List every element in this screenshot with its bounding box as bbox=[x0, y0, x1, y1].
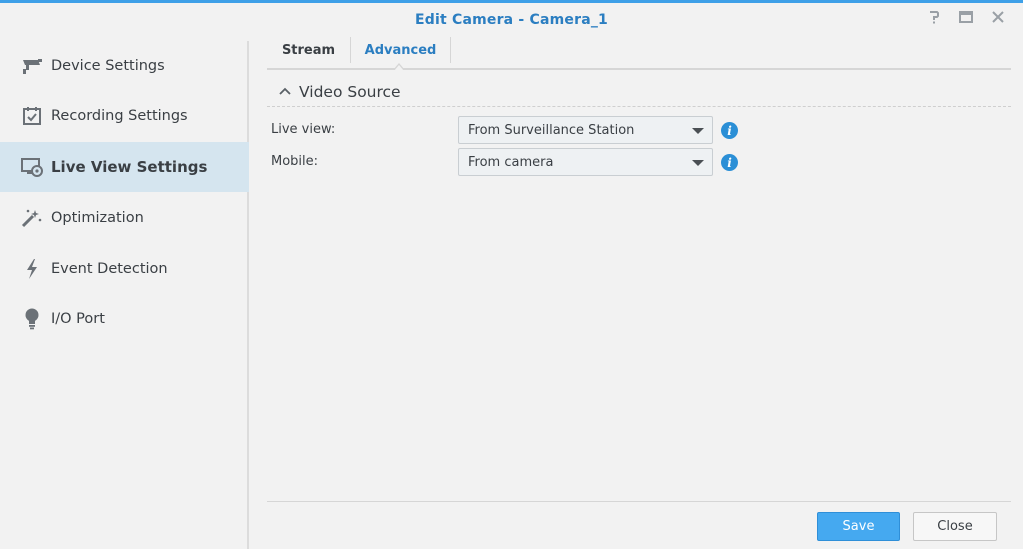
sidebar-item-event-detection[interactable]: Event Detection bbox=[0, 244, 249, 294]
mobile-label: Mobile: bbox=[271, 154, 319, 169]
tab-label: Stream bbox=[281, 43, 336, 58]
select-value: From camera bbox=[468, 154, 554, 170]
close-icon[interactable] bbox=[989, 8, 1007, 26]
tab-bar: Stream Advanced bbox=[267, 33, 1011, 70]
info-icon[interactable]: i bbox=[721, 154, 738, 171]
tab-divider bbox=[450, 37, 451, 63]
active-tab-indicator bbox=[393, 63, 405, 71]
sidebar-item-device-settings[interactable]: Device Settings bbox=[0, 41, 249, 91]
save-button[interactable]: Save bbox=[817, 512, 900, 541]
camera-icon bbox=[21, 55, 43, 77]
window-title: Edit Camera - Camera_1 bbox=[415, 12, 608, 28]
sidebar-item-label: Event Detection bbox=[51, 261, 168, 277]
chevron-down-icon bbox=[692, 128, 704, 134]
lightning-icon bbox=[21, 258, 43, 280]
sidebar-item-label: Optimization bbox=[51, 210, 144, 226]
tab-stream[interactable]: Stream bbox=[267, 33, 350, 68]
sidebar-item-label: I/O Port bbox=[51, 311, 105, 327]
sidebar-item-recording-settings[interactable]: Recording Settings bbox=[0, 91, 249, 141]
live-view-label: Live view: bbox=[271, 122, 336, 137]
sidebar-item-label: Live View Settings bbox=[51, 158, 208, 176]
monitor-camera-icon bbox=[21, 156, 43, 178]
window-titlebar: Edit Camera - Camera_1 bbox=[0, 3, 1023, 37]
chevron-up-icon bbox=[279, 87, 291, 95]
bulb-icon bbox=[21, 308, 43, 330]
maximize-icon[interactable] bbox=[957, 8, 975, 26]
sidebar-item-label: Device Settings bbox=[51, 58, 165, 74]
calendar-check-icon bbox=[21, 105, 43, 127]
sidebar: Device Settings Recording Settings Live … bbox=[0, 41, 249, 549]
mobile-select[interactable]: From camera bbox=[458, 148, 713, 176]
sidebar-item-io-port[interactable]: I/O Port bbox=[0, 294, 249, 344]
sidebar-item-optimization[interactable]: Optimization bbox=[0, 193, 249, 243]
tab-label: Advanced bbox=[364, 43, 437, 58]
sidebar-item-label: Recording Settings bbox=[51, 108, 188, 124]
footer-divider bbox=[267, 501, 1011, 502]
select-value: From Surveillance Station bbox=[468, 122, 635, 138]
live-view-select[interactable]: From Surveillance Station bbox=[458, 116, 713, 144]
chevron-down-icon bbox=[692, 160, 704, 166]
help-icon[interactable] bbox=[925, 8, 943, 26]
section-title: Video Source bbox=[299, 83, 401, 101]
close-button[interactable]: Close bbox=[913, 512, 997, 541]
section-video-source[interactable]: Video Source bbox=[267, 78, 1011, 107]
magic-wand-icon bbox=[21, 207, 43, 229]
info-icon[interactable]: i bbox=[721, 122, 738, 139]
sidebar-item-live-view-settings[interactable]: Live View Settings bbox=[0, 142, 249, 192]
